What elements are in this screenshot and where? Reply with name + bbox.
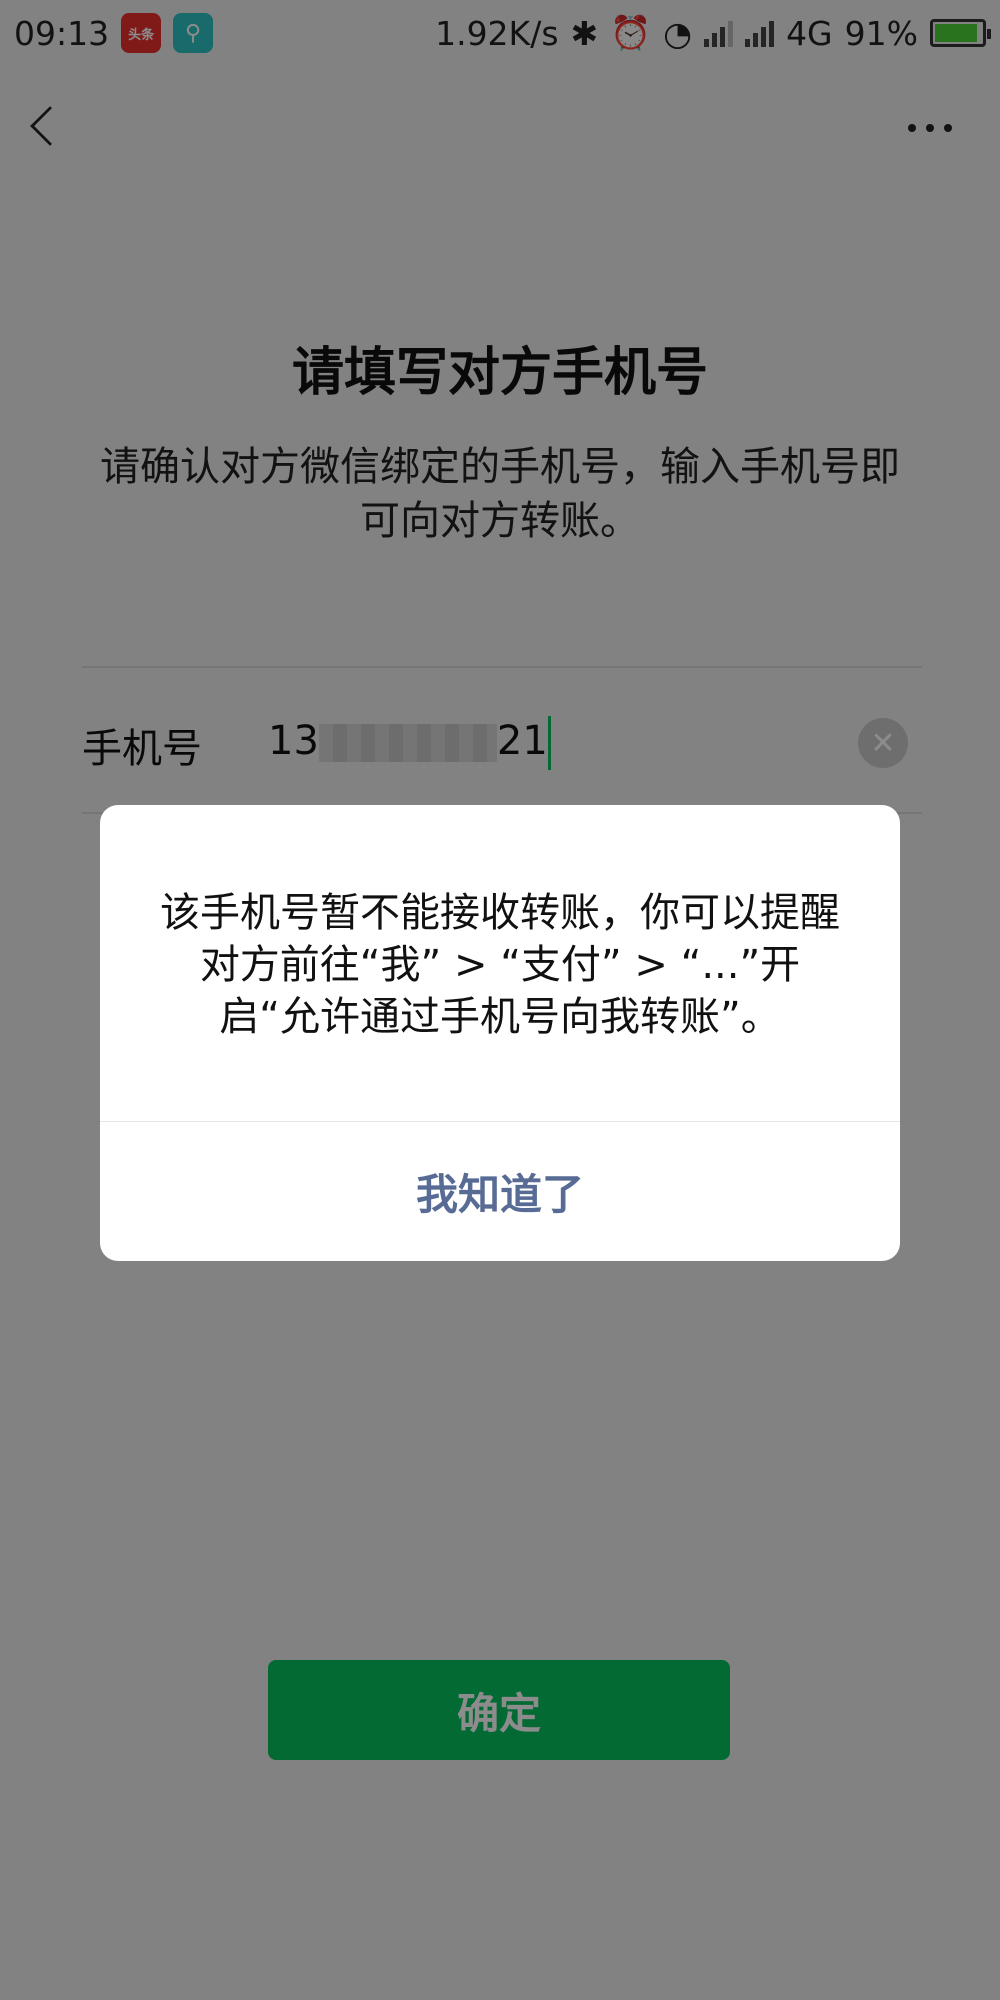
alert-dialog: 该手机号暂不能接收转账，你可以提醒对方前往“我” > “支付” > “...”开… bbox=[100, 805, 900, 1261]
dialog-message: 该手机号暂不能接收转账，你可以提醒对方前往“我” > “支付” > “...”开… bbox=[160, 890, 840, 1040]
dialog-ok-button[interactable]: 我知道了 bbox=[100, 1122, 900, 1261]
